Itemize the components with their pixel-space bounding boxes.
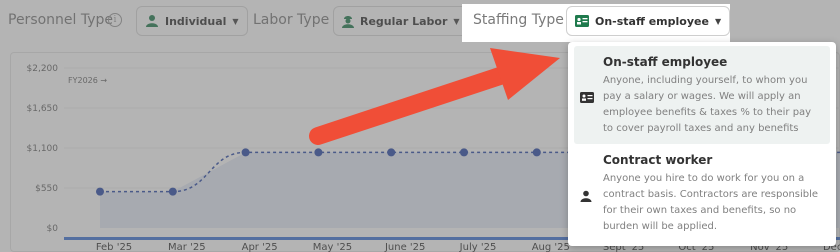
option-on-staff-employee[interactable]: On-staff employee Anyone, including your… [574, 46, 830, 144]
option-description: Anyone, including yourself, to whom you … [603, 75, 812, 134]
id-card-icon [575, 15, 589, 27]
staffing-type-dropdown[interactable]: On-staff employee ▼ [566, 6, 731, 36]
option-title: On-staff employee [603, 55, 728, 69]
staffing-type-label: Staffing Type [473, 12, 564, 28]
staffing-type-value: On-staff employee [595, 14, 709, 28]
person-icon [580, 190, 592, 202]
staffing-type-filter: Staffing Type On-staff employee ▼ [462, 4, 731, 42]
option-contract-worker[interactable]: Contract worker Anyone you hire to do wo… [568, 144, 836, 242]
option-title: Contract worker [603, 153, 713, 167]
staffing-type-menu: On-staff employee Anyone, including your… [568, 42, 836, 246]
id-card-icon [580, 92, 594, 103]
chevron-down-icon: ▼ [714, 16, 722, 26]
option-description: Anyone you hire to do work for you on a … [603, 173, 819, 232]
